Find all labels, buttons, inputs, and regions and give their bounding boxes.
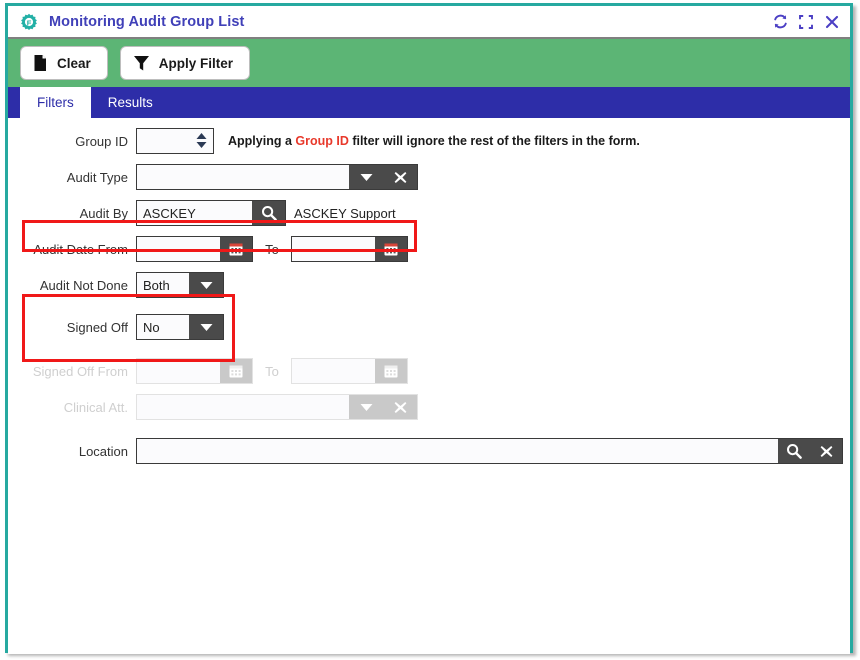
- clinical-att-label: Clinical Att.: [63, 399, 128, 415]
- row-clinical-att: Clinical Att.: [8, 392, 850, 422]
- row-location: Location: [8, 436, 850, 466]
- search-icon: [261, 205, 277, 221]
- close-icon: [394, 171, 407, 184]
- row-audit-type: Audit Type: [8, 162, 850, 192]
- signed-off-field[interactable]: [136, 314, 224, 340]
- signed-off-label: Signed Off: [66, 319, 128, 335]
- audit-not-done-label: Audit Not Done: [39, 277, 128, 293]
- signed-off-value[interactable]: [137, 315, 189, 339]
- clear-button-label: Clear: [57, 55, 91, 71]
- chevron-down-icon: [360, 403, 373, 412]
- location-input[interactable]: [137, 439, 778, 463]
- group-id-stepper[interactable]: [196, 129, 207, 153]
- row-signed-off: Signed Off: [8, 312, 850, 342]
- calendar-icon: [383, 241, 399, 257]
- close-icon: [394, 401, 407, 414]
- row-audit-not-done: Audit Not Done: [8, 270, 850, 300]
- search-icon: [786, 443, 802, 459]
- row-signed-off-date: Signed Off From To: [8, 356, 850, 386]
- audit-date-to-calendar-button[interactable]: [375, 237, 407, 261]
- clinical-att-dropdown-button: [349, 395, 383, 419]
- group-id-hint: Applying a Group ID filter will ignore t…: [228, 134, 640, 148]
- audit-by-input[interactable]: [137, 201, 252, 225]
- row-audit-by: Audit By ASCKEY Support: [8, 198, 850, 228]
- tab-filters[interactable]: Filters: [20, 87, 91, 118]
- audit-date-to-input[interactable]: [292, 237, 375, 261]
- signed-off-to-input: [292, 359, 375, 383]
- audit-type-field[interactable]: [136, 164, 418, 190]
- maximize-icon[interactable]: [796, 12, 816, 32]
- close-icon: [820, 445, 833, 458]
- location-label: Location: [78, 443, 128, 459]
- svg-text:F: F: [27, 18, 32, 27]
- document-icon: [33, 54, 48, 72]
- location-search-button[interactable]: [778, 439, 810, 463]
- window-title: Monitoring Audit Group List: [49, 13, 245, 30]
- audit-type-clear-button[interactable]: [383, 165, 417, 189]
- audit-by-field[interactable]: [136, 200, 253, 226]
- signed-off-from-calendar-button: [220, 359, 252, 383]
- apply-filter-button[interactable]: Apply Filter: [119, 46, 251, 80]
- tab-results-label: Results: [107, 95, 153, 110]
- calendar-icon: [383, 363, 399, 379]
- signed-off-from-input: [137, 359, 220, 383]
- location-clear-button[interactable]: [810, 439, 842, 463]
- audit-not-done-value[interactable]: [137, 273, 189, 297]
- chevron-down-icon: [360, 173, 373, 182]
- audit-date-from-field[interactable]: [136, 236, 253, 262]
- group-id-label: Group ID: [75, 133, 128, 149]
- audit-date-to-field[interactable]: [291, 236, 408, 262]
- audit-by-label: Audit By: [79, 205, 128, 221]
- group-id-hint-before: Applying a: [228, 134, 296, 148]
- audit-date-to-label: To: [265, 241, 279, 257]
- refresh-icon[interactable]: [770, 12, 790, 32]
- clinical-att-input: [137, 395, 349, 419]
- group-id-hint-highlight: Group ID: [295, 134, 349, 148]
- row-group-id: Group ID Applying a Group ID filter will…: [8, 126, 850, 156]
- audit-type-label: Audit Type: [66, 169, 128, 185]
- clear-button[interactable]: Clear: [20, 46, 108, 80]
- signed-off-dropdown-button[interactable]: [189, 315, 223, 339]
- clinical-att-field: [136, 394, 418, 420]
- audit-date-from-input[interactable]: [137, 237, 220, 261]
- audit-date-from-label: Audit Date From: [33, 241, 128, 257]
- audit-type-input[interactable]: [137, 165, 349, 189]
- signed-off-from-field: [136, 358, 253, 384]
- signed-off-to-field: [291, 358, 408, 384]
- audit-not-done-field[interactable]: [136, 272, 224, 298]
- signed-off-from-label: Signed Off From: [32, 363, 128, 379]
- location-field[interactable]: [136, 438, 843, 464]
- application-window: F Monitoring Audit Group List Clear Appl…: [5, 3, 853, 654]
- audit-not-done-dropdown-button[interactable]: [189, 273, 223, 297]
- tab-results[interactable]: Results: [91, 87, 170, 118]
- funnel-icon: [133, 54, 150, 72]
- group-id-hint-after: filter will ignore the rest of the filte…: [348, 134, 640, 148]
- apply-filter-button-label: Apply Filter: [158, 55, 234, 71]
- calendar-icon: [228, 363, 244, 379]
- audit-type-dropdown-button[interactable]: [349, 165, 383, 189]
- tab-filters-label: Filters: [37, 95, 74, 110]
- group-id-field[interactable]: [136, 128, 214, 154]
- audit-date-from-calendar-button[interactable]: [220, 237, 252, 261]
- signed-off-to-calendar-button: [375, 359, 407, 383]
- clinical-att-clear-button: [383, 395, 417, 419]
- signed-off-to-label: To: [265, 363, 279, 379]
- chevron-down-icon: [200, 281, 213, 290]
- chevron-down-icon: [200, 323, 213, 332]
- toolbar: Clear Apply Filter: [8, 39, 850, 87]
- row-audit-date: Audit Date From To: [8, 234, 850, 264]
- close-icon[interactable]: [822, 12, 842, 32]
- calendar-icon: [228, 241, 244, 257]
- filters-form: Group ID Applying a Group ID filter will…: [8, 118, 850, 654]
- gear-icon: F: [20, 13, 38, 31]
- window-controls: [770, 6, 842, 37]
- audit-by-search-button[interactable]: [252, 200, 286, 226]
- audit-by-resolved-name: ASCKEY Support: [294, 205, 396, 221]
- title-bar: F Monitoring Audit Group List: [8, 6, 850, 39]
- tab-bar: Filters Results: [8, 87, 850, 118]
